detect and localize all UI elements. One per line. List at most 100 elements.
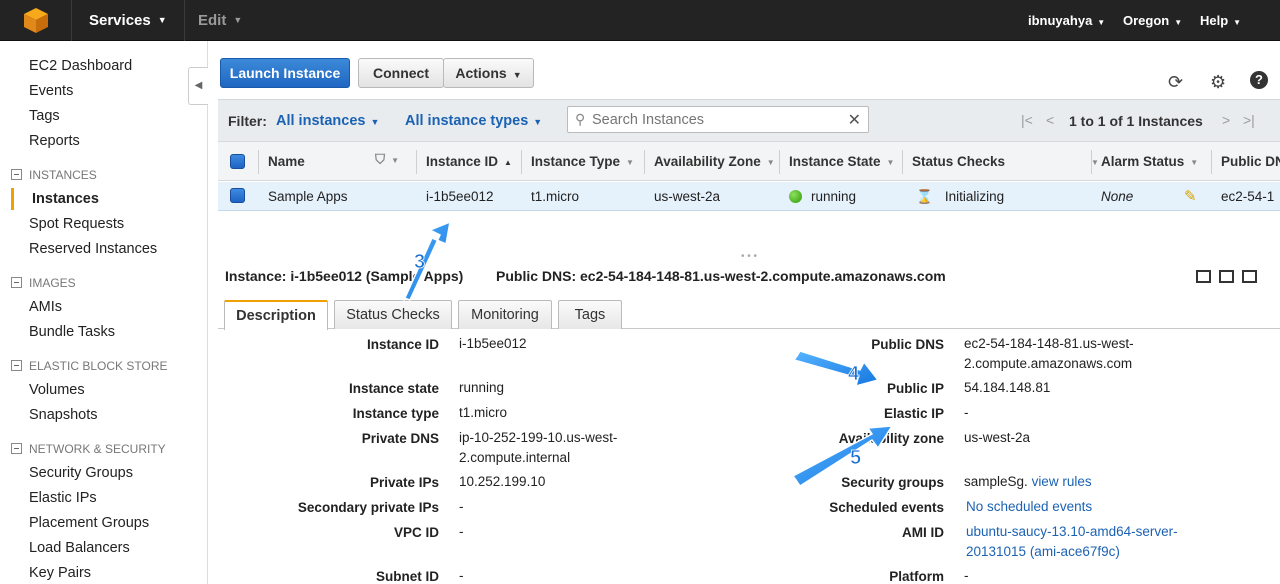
sidebar-item-bundle-tasks[interactable]: Bundle Tasks [29, 324, 115, 340]
value-subnet-id: - [459, 568, 464, 583]
sidebar: EC2 Dashboard Events Tags Reports INSTAN… [0, 41, 208, 584]
collapse-sidebar-button[interactable]: ◀ [188, 67, 208, 105]
table-header: Name ⛉ ▼ Instance ID ▲ Instance Type ▼ Avai… [218, 141, 1280, 181]
label-scheduled-events: Scheduled events [829, 500, 944, 515]
sidebar-item-security-groups[interactable]: Security Groups [29, 465, 133, 481]
value-scheduled-events: No scheduled events [966, 497, 1092, 517]
scheduled-events-link[interactable]: No scheduled events [966, 499, 1092, 514]
collapse-icon [11, 277, 22, 288]
tab-monitoring[interactable]: Monitoring [458, 300, 552, 329]
collapse-icon [11, 169, 22, 180]
sidebar-item-spot-requests[interactable]: Spot Requests [29, 216, 124, 232]
value-ami-id[interactable]: ubuntu-saucy-13.10-amd64-server- 20131015… [966, 522, 1178, 562]
filter-bar: Filter: All instances ▼ All instance type… [218, 99, 1280, 141]
gear-icon[interactable]: ⚙ [1210, 72, 1226, 93]
sidebar-item-instances[interactable]: Instances [32, 191, 99, 207]
sidebar-item-load-balancers[interactable]: Load Balancers [29, 540, 130, 556]
sidebar-item-placement-groups[interactable]: Placement Groups [29, 515, 149, 531]
search-box[interactable]: ⚲ ✕ [567, 106, 869, 133]
pane-splitter[interactable]: • • • [218, 252, 1280, 263]
prev-page-icon[interactable]: < [1046, 112, 1054, 128]
services-menu[interactable]: Services ▼ [89, 12, 167, 29]
help-icon[interactable]: ? [1250, 71, 1268, 89]
pane-bottom-icon[interactable] [1196, 270, 1211, 283]
chevron-down-icon: ▼ [157, 15, 167, 25]
sidebar-item-tags[interactable]: Tags [29, 108, 60, 124]
pane-top-icon[interactable] [1242, 270, 1257, 283]
filter-funnel-icon[interactable]: ⛉ ▼ [375, 152, 399, 168]
top-nav: Services ▼ Edit ▼ ibnuyahya ▼ Oregon ▼ Help ▼ [0, 0, 1280, 41]
add-alarm-icon[interactable]: ✎ [1184, 187, 1197, 205]
col-name[interactable]: Name [268, 154, 305, 169]
search-input[interactable] [592, 110, 842, 130]
row-checkbox[interactable] [230, 188, 245, 203]
label-elastic-ip: Elastic IP [883, 406, 944, 421]
edit-menu[interactable]: Edit ▼ [198, 12, 242, 29]
cell-instance-state: running [789, 189, 856, 204]
col-instance-state[interactable]: Instance State ▼ [789, 154, 894, 169]
value-availability-zone: us-west-2a [964, 430, 1031, 445]
region-menu[interactable]: Oregon ▼ [1123, 13, 1182, 28]
col-alarm-status[interactable]: Alarm Status ▼ [1101, 154, 1198, 169]
col-status-checks[interactable]: Status Checks ▼ [912, 154, 1099, 169]
sidebar-item-ec2-dashboard[interactable]: EC2 Dashboard [29, 58, 132, 74]
section-instances[interactable]: INSTANCES [11, 168, 97, 182]
sidebar-item-reserved-instances[interactable]: Reserved Instances [29, 241, 157, 257]
section-network-security[interactable]: NETWORK & SECURITY [11, 442, 166, 456]
tab-tags[interactable]: Tags [558, 300, 622, 329]
first-page-icon[interactable]: |< [1021, 112, 1033, 128]
value-instance-type: t1.micro [459, 405, 508, 420]
col-availability-zone[interactable]: Availability Zone ▼ [654, 154, 775, 169]
label-secondary-private-ips: Secondary private IPs [297, 500, 439, 515]
label-public-ip: Public IP [886, 381, 944, 396]
help-menu[interactable]: Help ▼ [1200, 13, 1241, 28]
chevron-down-icon: ▼ [533, 117, 543, 127]
sidebar-item-amis[interactable]: AMIs [29, 299, 62, 315]
connect-button[interactable]: Connect [358, 58, 444, 88]
cell-name: Sample Apps [268, 189, 348, 204]
label-instance-id: Instance ID [366, 337, 439, 352]
col-public-dns[interactable]: Public DNS [1221, 154, 1280, 169]
instances-filter-dropdown[interactable]: All instances ▼ [276, 113, 379, 129]
value-security-groups: sampleSg. view rules [964, 474, 1092, 489]
section-ebs[interactable]: ELASTIC BLOCK STORE [11, 359, 168, 373]
sidebar-item-reports[interactable]: Reports [29, 133, 80, 149]
label-instance-state: Instance state [348, 381, 439, 396]
sort-asc-icon: ▲ [504, 158, 512, 167]
refresh-icon[interactable]: ⟳ [1168, 72, 1183, 93]
label-availability-zone: Availability zone [838, 431, 944, 446]
section-images[interactable]: IMAGES [11, 276, 76, 290]
label-instance-type: Instance type [352, 406, 439, 421]
sidebar-item-events[interactable]: Events [29, 83, 73, 99]
col-instance-id[interactable]: Instance ID ▲ [426, 154, 512, 169]
chevron-down-icon: ▼ [512, 70, 522, 80]
sidebar-item-snapshots[interactable]: Snapshots [29, 407, 98, 423]
launch-instance-button[interactable]: Launch Instance [220, 58, 350, 88]
value-platform: - [964, 568, 969, 583]
tab-status-checks[interactable]: Status Checks [334, 300, 452, 329]
sidebar-item-elastic-ips[interactable]: Elastic IPs [29, 490, 97, 506]
view-rules-link[interactable]: view rules [1032, 474, 1092, 489]
aws-logo[interactable] [0, 0, 72, 41]
sidebar-item-volumes[interactable]: Volumes [29, 382, 85, 398]
last-page-icon[interactable]: >| [1243, 112, 1255, 128]
cell-instance-id: i-1b5ee012 [426, 189, 494, 204]
chevron-down-icon: ▼ [370, 117, 380, 127]
clear-icon[interactable]: ✕ [848, 110, 861, 130]
value-public-dns: ec2-54-184-148-81.us-west- 2.compute.amaz… [964, 336, 1134, 371]
col-instance-type[interactable]: Instance Type ▼ [531, 154, 634, 169]
next-page-icon[interactable]: > [1222, 112, 1230, 128]
value-private-dns: ip-10-252-199-10.us-west- 2.compute.inter… [459, 430, 618, 465]
select-all-checkbox[interactable] [230, 154, 245, 169]
pane-split-icon[interactable] [1219, 270, 1234, 283]
chevron-down-icon: ▼ [233, 15, 243, 25]
label-private-dns: Private DNS [361, 431, 439, 446]
sidebar-item-key-pairs[interactable]: Key Pairs [29, 565, 91, 581]
instance-types-filter-dropdown[interactable]: All instance types ▼ [405, 113, 542, 129]
user-menu[interactable]: ibnuyahya ▼ [1028, 13, 1105, 28]
tab-description[interactable]: Description [224, 300, 328, 330]
label-ami-id: AMI ID [902, 525, 944, 540]
cell-status-checks: ⌛ Initializing [916, 189, 1005, 204]
actions-button[interactable]: Actions ▼ [443, 58, 534, 88]
table-row[interactable]: Sample Apps i-1b5ee012 t1.micro us-west-… [218, 182, 1280, 211]
